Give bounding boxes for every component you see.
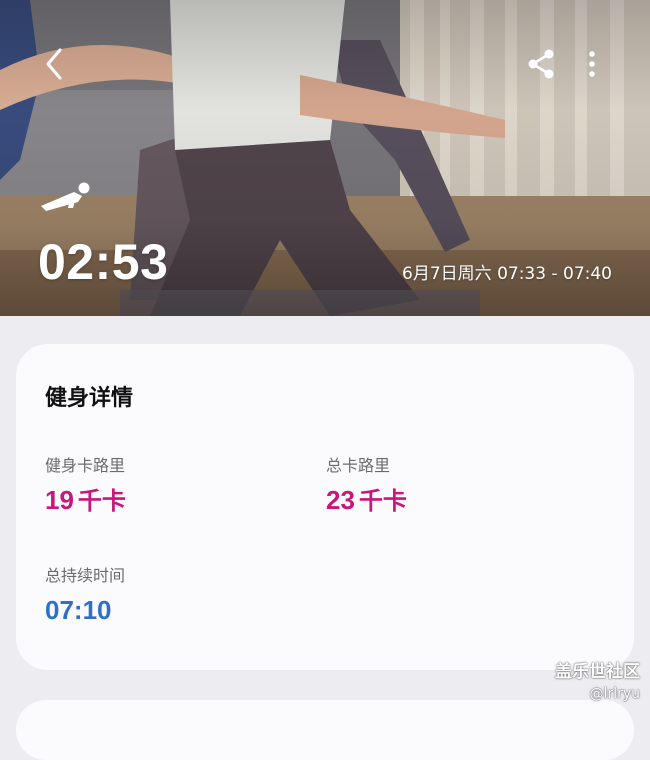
workout-type-icon — [38, 180, 94, 214]
workout-calories-number: 19 — [45, 485, 74, 515]
workout-time-range: 6月7日周六 07:33 - 07:40 — [402, 264, 612, 284]
workout-calories-unit: 千卡 — [77, 487, 126, 515]
more-vertical-icon — [589, 51, 595, 77]
workout-calories-label: 健身卡路里 — [45, 456, 126, 475]
watermark-title: 盖乐世社区 — [555, 662, 640, 682]
total-calories-label: 总卡路里 — [326, 456, 391, 475]
total-calories-unit: 千卡 — [358, 487, 407, 515]
share-icon — [528, 49, 554, 79]
more-options-button[interactable] — [580, 46, 604, 82]
back-button[interactable] — [38, 42, 74, 86]
total-duration-label: 总持续时间 — [45, 566, 126, 585]
card-title: 健身详情 — [45, 386, 134, 411]
back-arrow-icon — [46, 48, 62, 80]
total-calories-value: 23 千卡 — [326, 484, 407, 517]
community-watermark: 盖乐世社区 @lrlryu — [555, 660, 640, 704]
total-calories-number: 23 — [326, 485, 355, 515]
plank-workout-icon — [41, 182, 90, 211]
total-duration-value: 07:10 — [45, 595, 112, 625]
share-button[interactable] — [524, 46, 558, 82]
workout-duration: 02:53 — [38, 234, 169, 290]
workout-hero-banner: 02:53 6月7日周六 07:33 - 07:40 — [0, 0, 650, 316]
watermark-user: @lrlryu — [589, 686, 640, 702]
workout-calories-value: 19 千卡 — [45, 484, 126, 517]
next-section-card — [16, 700, 634, 760]
workout-details-card: 健身详情 健身卡路里 19 千卡 总卡路里 23 千卡 总持续时间 07:10 — [16, 344, 634, 670]
